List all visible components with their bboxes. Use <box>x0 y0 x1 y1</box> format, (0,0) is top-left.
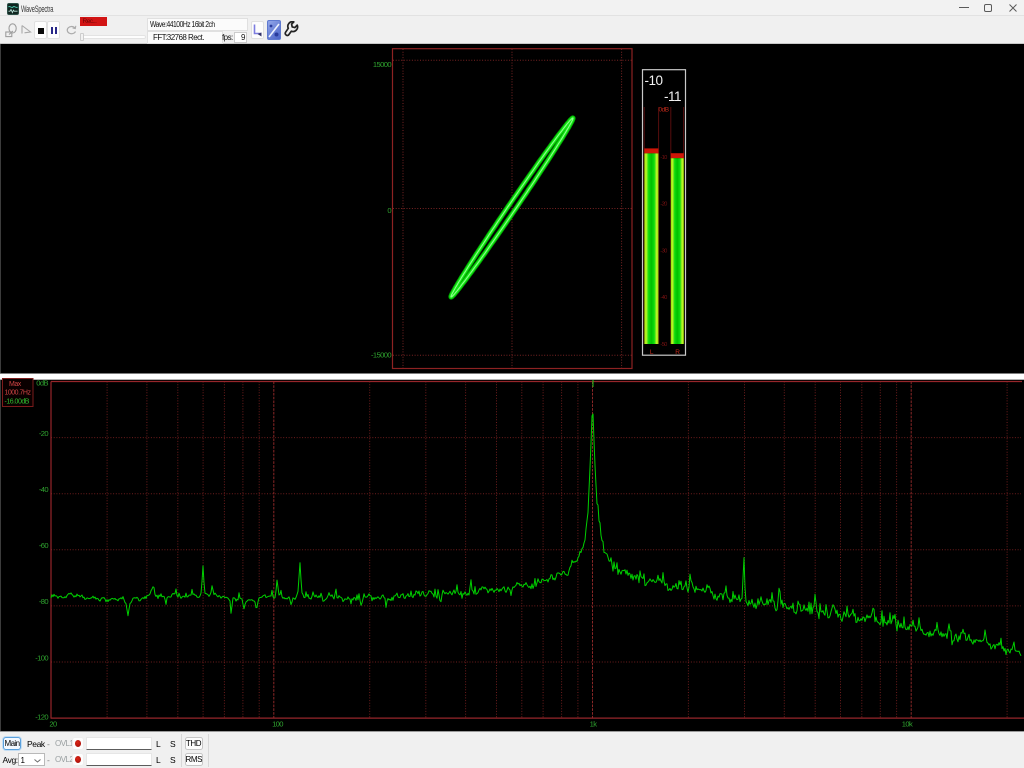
svg-text:10k: 10k <box>902 720 913 729</box>
svg-text:-30: -30 <box>660 248 667 254</box>
svg-text:-20: -20 <box>660 202 667 208</box>
svg-text:-10: -10 <box>660 155 667 161</box>
svg-text:-40: -40 <box>660 295 667 301</box>
svg-text:-16.00dB: -16.00dB <box>5 399 30 406</box>
svg-text:1k: 1k <box>590 720 598 729</box>
svg-text:-20: -20 <box>39 429 49 438</box>
svg-text:-120: -120 <box>35 713 48 722</box>
svg-text:-80: -80 <box>39 597 49 606</box>
svg-text:0dB: 0dB <box>36 378 48 387</box>
svg-text:-40: -40 <box>39 485 49 494</box>
svg-text:-10: -10 <box>645 73 663 88</box>
svg-text:-15000: -15000 <box>371 351 391 360</box>
svg-text:0dB: 0dB <box>659 107 669 114</box>
svg-text:100: 100 <box>272 720 283 729</box>
svg-text:-60: -60 <box>39 541 49 550</box>
svg-text:Max: Max <box>9 381 22 388</box>
svg-text:15000: 15000 <box>373 60 391 69</box>
svg-text:20: 20 <box>49 720 57 729</box>
svg-text:0: 0 <box>387 206 391 215</box>
svg-text:-100: -100 <box>35 653 48 662</box>
svg-text:-11: -11 <box>664 89 681 104</box>
svg-text:-50: -50 <box>660 342 667 348</box>
svg-text:1000.7Hz: 1000.7Hz <box>5 390 32 397</box>
